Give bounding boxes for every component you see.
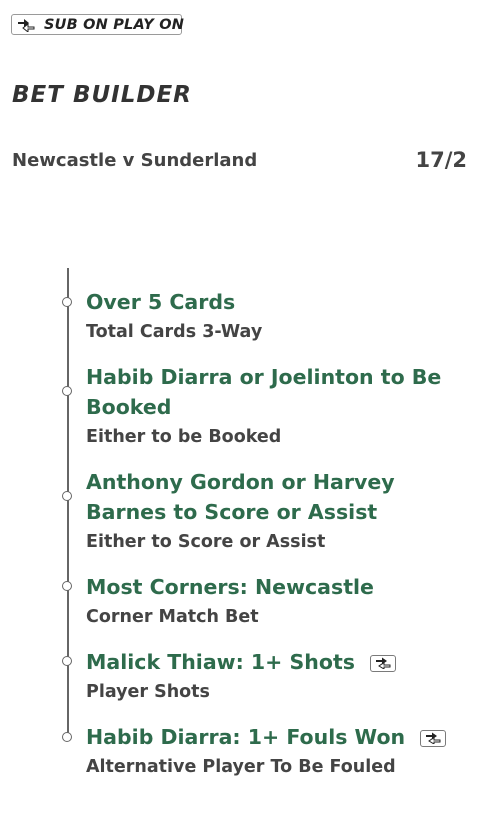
selection-market: Alternative Player To Be Fouled [86, 757, 396, 777]
swap-icon [16, 18, 36, 32]
timeline-node [62, 386, 72, 396]
timeline-node [62, 297, 72, 307]
timeline-node [62, 581, 72, 591]
selection-title: Most Corners: Newcastle [86, 575, 374, 599]
selection-item: Most Corners: Newcastle Corner Match Bet [86, 572, 481, 632]
selection-title: Anthony Gordon or Harvey Barnes to Score… [86, 470, 395, 524]
selection-title: Malick Thiaw: 1+ Shots [86, 650, 355, 674]
selection-market: Player Shots [86, 682, 210, 702]
selection-item: Anthony Gordon or Harvey Barnes to Score… [86, 467, 481, 557]
match-row: Newcastle v Sunderland 17/2 [12, 148, 467, 172]
timeline-node [62, 656, 72, 666]
selection-title: Habib Diarra or Joelinton to Be Booked [86, 365, 442, 419]
timeline-node [62, 732, 72, 742]
selection-item: Habib Diarra: 1+ Fouls Won Alternative P… [86, 722, 481, 782]
timeline-node [62, 491, 72, 501]
selection-market: Corner Match Bet [86, 607, 259, 627]
page-title: BET BUILDER [12, 82, 192, 108]
selection-market: Either to Score or Assist [86, 532, 326, 552]
selection-market: Total Cards 3-Way [86, 322, 263, 342]
selection-item: Malick Thiaw: 1+ Shots Player Shots [86, 647, 481, 707]
selection-title-row: Habib Diarra: 1+ Fouls Won [86, 722, 481, 752]
badge-label: SUB ON PLAY ON [44, 16, 185, 33]
selection-title: Over 5 Cards [86, 290, 236, 314]
selection-title: Habib Diarra: 1+ Fouls Won [86, 725, 406, 749]
selection-item: Habib Diarra or Joelinton to Be Booked E… [86, 362, 481, 452]
swap-icon [420, 729, 447, 747]
swap-icon [370, 654, 397, 672]
odds: 17/2 [415, 148, 467, 172]
sub-on-play-on-badge: SUB ON PLAY ON [11, 14, 185, 35]
selection-title-row: Malick Thiaw: 1+ Shots [86, 647, 481, 677]
timeline-line [67, 268, 69, 741]
match-name: Newcastle v Sunderland [12, 149, 258, 171]
selection-market: Either to be Booked [86, 427, 282, 447]
selection-item: Over 5 Cards Total Cards 3-Way [86, 287, 481, 347]
